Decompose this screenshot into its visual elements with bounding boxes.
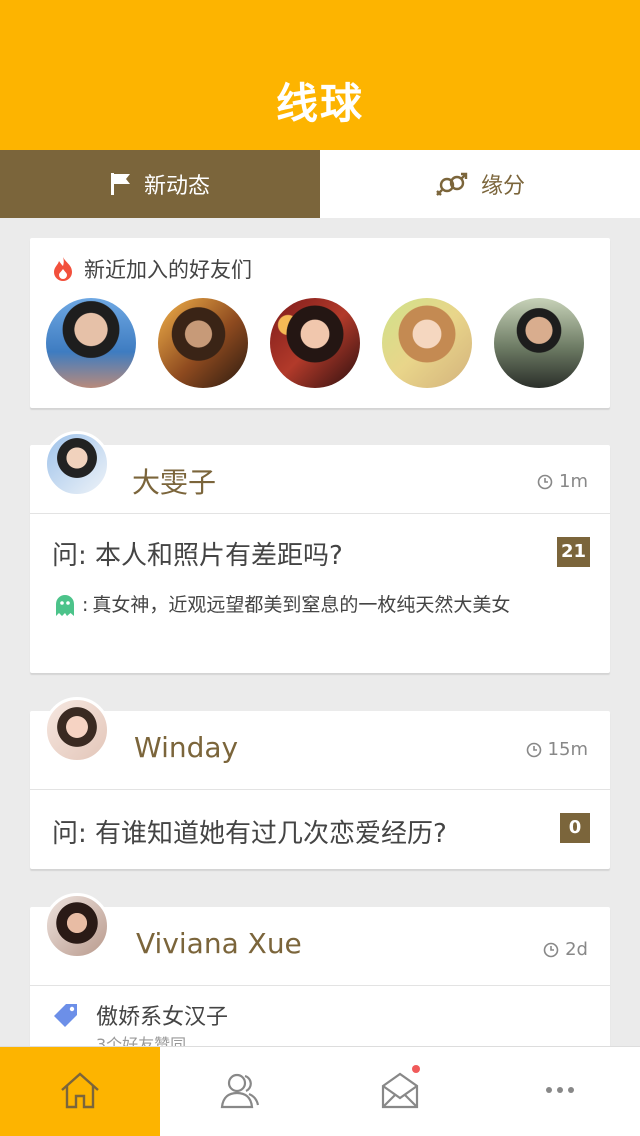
tab-news-label: 新动态 <box>143 174 210 199</box>
friend-avatar[interactable] <box>494 298 584 388</box>
divider <box>30 985 610 986</box>
more-icon <box>539 1070 581 1114</box>
ghost-icon <box>54 593 76 621</box>
tab-match-label: 缘分 <box>480 174 525 199</box>
post-card[interactable]: Winday 15m 问: 有谁知道她有过几次恋爱经历? 0 <box>30 697 610 869</box>
tag-icon <box>52 1001 80 1029</box>
avatar[interactable] <box>44 697 110 763</box>
gender-icon <box>435 171 469 197</box>
post-card[interactable]: Viviana Xue 2d 傲娇系女汉子 3个好友赞同 <box>30 893 610 1067</box>
post-tag[interactable]: 傲娇系女汉子 <box>52 999 228 1031</box>
divider <box>30 513 610 514</box>
post-card[interactable]: 大雯子 1m 问: 本人和照片有差距吗? 21 : 真女神，近观远望都美到窒息的… <box>30 431 610 673</box>
mail-icon <box>379 1070 421 1114</box>
post-time: 15m <box>526 739 588 760</box>
tab-bar: 新动态 缘分 <box>0 150 640 218</box>
post-question[interactable]: 问: 有谁知道她有过几次恋爱经历? <box>52 813 447 850</box>
top-answer[interactable]: : 真女神，近观远望都美到窒息的一枚纯天然大美女 <box>54 589 532 621</box>
clock-icon <box>537 474 553 490</box>
flag-icon <box>110 172 132 196</box>
answer-count-badge: 21 <box>556 537 590 567</box>
app-title: 线球 <box>275 79 364 128</box>
home-icon <box>59 1070 101 1114</box>
nav-more[interactable] <box>480 1047 640 1136</box>
friend-avatar[interactable] <box>158 298 248 388</box>
tab-news[interactable]: 新动态 <box>0 150 320 218</box>
friend-avatar[interactable] <box>46 298 136 388</box>
friend-avatar[interactable] <box>382 298 472 388</box>
divider <box>30 789 610 790</box>
nav-home[interactable] <box>0 1047 160 1136</box>
avatar[interactable] <box>44 431 110 497</box>
tab-match[interactable]: 缘分 <box>320 150 640 218</box>
clock-icon <box>543 942 559 958</box>
answer-text: 真女神，近观远望都美到窒息的一枚纯天然大美女 <box>92 594 511 616</box>
new-friends-title: 新近加入的好友们 <box>84 258 252 282</box>
nav-contacts[interactable] <box>160 1047 320 1136</box>
post-author[interactable]: Viviana Xue <box>136 927 302 960</box>
clock-icon <box>526 742 542 758</box>
post-question[interactable]: 问: 本人和照片有差距吗? <box>52 535 343 572</box>
contacts-icon <box>219 1070 261 1114</box>
post-author[interactable]: 大雯子 <box>132 461 216 501</box>
friend-avatar[interactable] <box>270 298 360 388</box>
nav-messages[interactable] <box>320 1047 480 1136</box>
fire-icon <box>52 256 74 282</box>
avatar[interactable] <box>44 893 110 959</box>
bottom-nav <box>0 1046 640 1136</box>
post-time: 2d <box>543 939 588 960</box>
new-friends-card: 新近加入的好友们 <box>30 238 610 408</box>
app-header: 线球 <box>0 0 640 150</box>
post-time: 1m <box>537 471 588 492</box>
answer-count-badge: 0 <box>560 813 590 843</box>
post-author[interactable]: Winday <box>134 731 238 764</box>
notification-dot <box>412 1065 420 1073</box>
